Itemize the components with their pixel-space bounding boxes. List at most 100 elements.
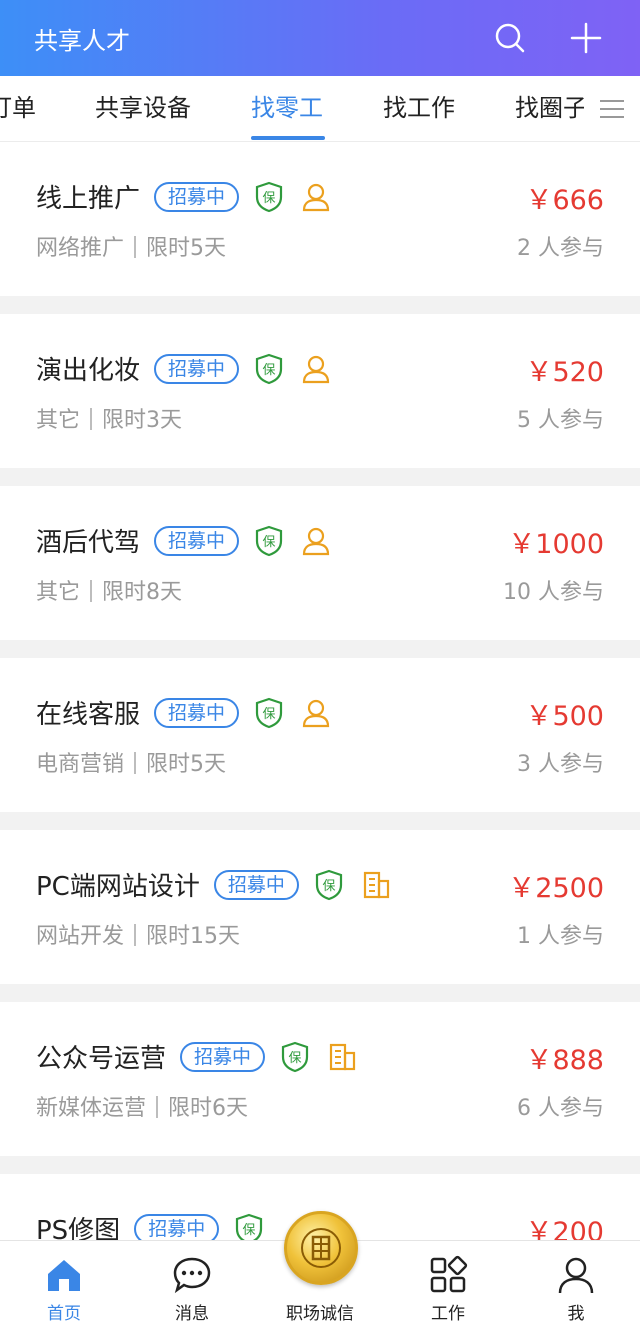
job-card[interactable]: 酒后代驾 招募中 保 其它 限时8天 ￥1000 10 人参与	[0, 486, 640, 640]
divider	[134, 236, 137, 258]
message-icon	[173, 1257, 211, 1294]
integrity-emblem-icon	[301, 1228, 341, 1268]
job-duration: 限时8天	[102, 580, 183, 605]
participant-count: 10 人参与	[503, 580, 604, 605]
nav-home[interactable]: 首页	[0, 1241, 128, 1330]
nav-label: 首页	[47, 1304, 81, 1324]
job-price: ￥520	[525, 357, 604, 388]
job-card[interactable]: 线上推广 招募中 保 网络推广 限时5天 ￥666 2 人参与	[0, 142, 640, 296]
page-title: 共享人才	[34, 26, 130, 55]
tab-find-circle[interactable]: 找圈子	[515, 76, 587, 141]
job-category: 其它	[36, 408, 81, 433]
add-button[interactable]	[566, 18, 606, 58]
job-meta: 电商营销 限时5天	[36, 746, 226, 778]
svg-text:保: 保	[263, 535, 276, 550]
job-title-row: 公众号运营 招募中 保	[36, 1038, 357, 1075]
job-title-row: 在线客服 招募中 保	[36, 694, 331, 731]
nav-label: 消息	[175, 1304, 209, 1324]
tab-find-job[interactable]: 找工作	[383, 76, 455, 141]
person-icon	[302, 183, 330, 211]
participant-count: 1 人参与	[517, 924, 604, 949]
home-icon	[48, 1260, 80, 1291]
svg-text:保: 保	[263, 707, 276, 722]
shield-icon: 保	[255, 525, 283, 556]
plus-icon	[570, 22, 602, 54]
job-title-row: 酒后代驾 招募中 保	[36, 522, 331, 559]
status-badge: 招募中	[213, 869, 299, 900]
job-meta: 新媒体运营 限时6天	[36, 1090, 248, 1122]
category-tabs: 订单 共享设备 找零工 找工作 找圈子	[0, 76, 640, 142]
shield-icon: 保	[255, 181, 283, 212]
tab-menu-button[interactable]	[584, 76, 640, 141]
job-title: PC端网站设计	[36, 872, 200, 902]
job-duration: 限时6天	[168, 1096, 249, 1121]
job-category: 新媒体运营	[36, 1096, 147, 1121]
svg-text:保: 保	[263, 191, 276, 206]
status-badge: 招募中	[154, 525, 240, 556]
job-category: 电商营销	[36, 752, 125, 777]
nav-integrity[interactable]: 职场诚信	[256, 1211, 384, 1330]
building-icon	[329, 1043, 356, 1070]
job-title: 线上推广	[36, 184, 141, 214]
divider	[90, 408, 93, 430]
shield-icon: 保	[255, 697, 283, 728]
profile-icon	[558, 1257, 594, 1294]
participant-count: 2 人参与	[517, 236, 604, 261]
job-duration: 限时5天	[146, 236, 227, 261]
shield-icon: 保	[315, 869, 342, 900]
job-category: 网站开发	[36, 924, 125, 949]
status-badge: 招募中	[180, 1041, 266, 1072]
job-card[interactable]: 在线客服 招募中 保 电商营销 限时5天 ￥500 3 人参与	[0, 658, 640, 812]
svg-text:保: 保	[243, 1223, 256, 1238]
search-icon	[495, 23, 525, 53]
job-card[interactable]: 演出化妆 招募中 保 其它 限时3天 ￥520 5 人参与	[0, 314, 640, 468]
nav-messages[interactable]: 消息	[128, 1241, 256, 1330]
nav-profile[interactable]: 我	[512, 1241, 640, 1330]
job-title: 演出化妆	[36, 356, 141, 386]
apps-icon	[430, 1255, 468, 1293]
job-category: 网络推广	[36, 236, 125, 261]
job-title-row: 线上推广 招募中 保	[36, 178, 331, 215]
job-meta: 其它 限时8天	[36, 574, 182, 606]
job-price: ￥888	[525, 1045, 604, 1076]
svg-text:保: 保	[289, 1051, 302, 1066]
tab-orders[interactable]: 订单	[0, 76, 36, 141]
status-badge: 招募中	[154, 353, 240, 384]
divider	[134, 752, 137, 774]
job-duration: 限时5天	[146, 752, 227, 777]
job-meta: 网站开发 限时15天	[36, 918, 240, 950]
nav-label: 工作	[431, 1304, 465, 1324]
job-duration: 限时3天	[102, 408, 183, 433]
job-duration: 限时15天	[146, 924, 241, 949]
job-card[interactable]: 公众号运营 招募中 保 新媒体运营 限时6天 ￥888 6 人参与	[0, 1002, 640, 1156]
status-badge: 招募中	[154, 697, 240, 728]
person-icon	[302, 527, 330, 555]
job-price: ￥1000	[508, 529, 604, 560]
building-icon	[363, 871, 389, 898]
svg-text:保: 保	[322, 879, 335, 894]
job-meta: 网络推广 限时5天	[36, 230, 226, 262]
job-title: 在线客服	[36, 700, 141, 730]
svg-text:保: 保	[263, 363, 276, 378]
job-title: 公众号运营	[36, 1044, 167, 1074]
nav-work[interactable]: 工作	[384, 1241, 512, 1330]
status-badge: 招募中	[134, 1213, 220, 1244]
job-card[interactable]: PC端网站设计 招募中 保 网站开发 限时15天 ￥2500 1 人参与	[0, 830, 640, 984]
job-price: ￥666	[525, 185, 604, 216]
job-price: ￥2500	[508, 873, 604, 904]
top-header: 共享人才	[0, 0, 640, 76]
bottom-nav: 首页 消息 职场诚信 工作 我	[0, 1211, 640, 1330]
nav-label: 我	[567, 1304, 585, 1324]
divider	[90, 580, 93, 602]
shield-icon: 保	[255, 353, 283, 384]
search-button[interactable]	[490, 18, 530, 58]
tab-shared-equipment[interactable]: 共享设备	[95, 76, 191, 141]
divider	[134, 924, 137, 946]
person-icon	[302, 355, 330, 383]
status-badge: 招募中	[154, 181, 240, 212]
divider	[156, 1096, 159, 1118]
job-title-row: 演出化妆 招募中 保	[36, 350, 331, 387]
participant-count: 5 人参与	[517, 408, 604, 433]
tab-odd-jobs[interactable]: 找零工	[251, 76, 323, 141]
job-title-row: PC端网站设计 招募中 保	[36, 866, 391, 903]
